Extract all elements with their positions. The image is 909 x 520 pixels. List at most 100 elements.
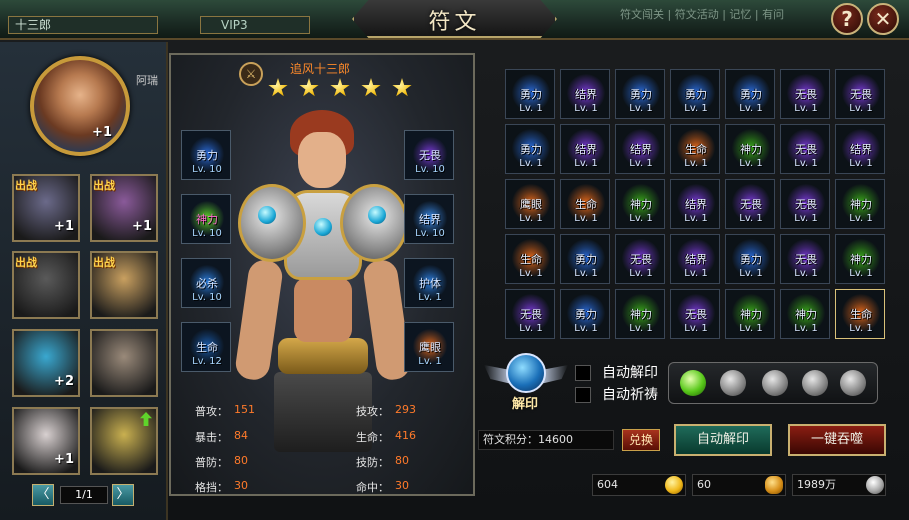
rune-slot[interactable]: 勇力 Lv. 1 <box>505 69 555 119</box>
rune-slot[interactable]: 结界 Lv. 1 <box>560 69 610 119</box>
star-icon <box>299 78 319 97</box>
rune-level: Lv. 1 <box>739 158 763 169</box>
rune-level: Lv. 1 <box>794 103 818 114</box>
hero-torso <box>294 278 352 342</box>
stat-value: 151 <box>234 403 255 416</box>
close-button[interactable]: ✕ <box>867 3 899 35</box>
hero-card[interactable]: +1 <box>12 407 80 475</box>
prev-page-button[interactable]: 〈 <box>32 484 54 506</box>
rune-slot[interactable]: 神力 Lv. 1 <box>725 289 775 339</box>
rune-slot[interactable]: 勇力 Lv. 1 <box>615 69 665 119</box>
deploy-tag: 出战 <box>93 256 115 269</box>
rune-name: 生命 <box>196 341 218 354</box>
rune-name: 神力 <box>795 308 817 321</box>
rune-slot[interactable]: 神力 Lv. 1 <box>615 289 665 339</box>
rune-slot[interactable]: 生命 Lv. 1 <box>560 179 610 229</box>
rune-slot[interactable]: 无畏 Lv. 1 <box>615 234 665 284</box>
rune-points: 符文积分：14600 <box>478 430 614 450</box>
rune-slot[interactable]: 结界 Lv. 1 <box>670 234 720 284</box>
rune-slot[interactable]: 勇力 Lv. 1 <box>725 234 775 284</box>
rune-slot[interactable]: 生命 Lv. 1 <box>835 289 885 339</box>
rune-slot[interactable]: 无畏 Lv. 1 <box>780 124 830 174</box>
rune-slot[interactable]: 结界 Lv. 1 <box>835 124 885 174</box>
hero-card[interactable]: 出战 +1 <box>12 174 80 242</box>
equipped-rune-slot[interactable]: 护体 Lv. 1 <box>404 258 454 308</box>
rune-slot[interactable]: 勇力 Lv. 1 <box>560 234 610 284</box>
auto-unseal-button[interactable]: 自动解印 <box>674 424 772 456</box>
auto-pray-checkbox[interactable] <box>575 387 591 403</box>
hero-card[interactable]: 出战 <box>90 251 158 319</box>
unseal-label: 解印 <box>511 397 538 412</box>
rune-level: Lv. 1 <box>629 103 653 114</box>
stat-value: 80 <box>395 454 409 467</box>
stat-label: 技攻： <box>356 405 389 418</box>
rune-slot[interactable]: 结界 Lv. 1 <box>615 124 665 174</box>
rune-name: 勇力 <box>630 88 652 101</box>
rune-level: Lv. 1 <box>739 103 763 114</box>
stat-label: 生命： <box>356 431 389 444</box>
devour-all-button[interactable]: 一键吞噬 <box>788 424 886 456</box>
hero-pager: 〈 1/1 〉 <box>32 484 136 506</box>
rune-level: Lv. 1 <box>629 268 653 279</box>
rune-name: 结界 <box>685 253 707 266</box>
hero-card[interactable] <box>90 329 158 397</box>
equipped-rune-slot[interactable]: 神力 Lv. 10 <box>181 194 231 244</box>
rune-slot[interactable]: 勇力 Lv. 1 <box>505 124 555 174</box>
next-page-button[interactable]: 〉 <box>112 484 134 506</box>
exchange-button[interactable]: 兑换 <box>622 429 660 451</box>
prayer-orb-icon <box>762 370 788 396</box>
rune-slot[interactable]: 结界 Lv. 1 <box>670 179 720 229</box>
rune-slot[interactable]: 勇力 Lv. 1 <box>560 289 610 339</box>
equipped-rune-slot[interactable]: 生命 Lv. 12 <box>181 322 231 372</box>
auto-pray-label: 自动祈祷 <box>602 387 658 403</box>
rune-slot[interactable]: 无畏 Lv. 1 <box>505 289 555 339</box>
rune-name: 勇力 <box>740 88 762 101</box>
unseal-button[interactable]: 解印 <box>484 353 568 415</box>
main-hero-avatar[interactable]: +1 <box>30 56 130 156</box>
equipped-rune-slot[interactable]: 鹰眼 Lv. 1 <box>404 322 454 372</box>
rune-slot[interactable]: 无畏 Lv. 1 <box>780 179 830 229</box>
main-hero-name: 阿瑞 <box>136 74 158 87</box>
rune-slot[interactable]: 神力 Lv. 1 <box>615 179 665 229</box>
prayer-orb-icon <box>840 370 866 396</box>
rune-slot[interactable]: 神力 Lv. 1 <box>835 179 885 229</box>
rune-slot[interactable]: 鹰眼 Lv. 1 <box>505 179 555 229</box>
rune-name: 无畏 <box>795 88 817 101</box>
rune-name: 结界 <box>575 88 597 101</box>
rune-slot[interactable]: 神力 Lv. 1 <box>835 234 885 284</box>
hero-card[interactable]: +2 <box>12 329 80 397</box>
page-indicator: 1/1 <box>60 486 108 504</box>
star-icon <box>268 78 288 97</box>
equipped-rune-slot[interactable]: 无畏 Lv. 10 <box>404 130 454 180</box>
auto-unseal-checkbox[interactable] <box>575 365 591 381</box>
rune-name: 结界 <box>850 143 872 156</box>
hero-card[interactable] <box>90 407 158 475</box>
equipped-rune-slot[interactable]: 勇力 Lv. 10 <box>181 130 231 180</box>
main-hero-plus: +1 <box>92 125 112 140</box>
rune-slot[interactable]: 无畏 Lv. 1 <box>780 69 830 119</box>
equipped-rune-slot[interactable]: 结界 Lv. 10 <box>404 194 454 244</box>
rune-name: 勇力 <box>575 308 597 321</box>
rune-name: 无畏 <box>795 198 817 211</box>
rune-slot[interactable]: 无畏 Lv. 1 <box>670 289 720 339</box>
rune-slot[interactable]: 结界 Lv. 1 <box>560 124 610 174</box>
equipped-rune-slot[interactable]: 必杀 Lv. 10 <box>181 258 231 308</box>
rune-level: Lv. 1 <box>849 268 873 279</box>
rune-name: 必杀 <box>196 277 218 290</box>
rune-slot[interactable]: 无畏 Lv. 1 <box>780 234 830 284</box>
rune-slot[interactable]: 生命 Lv. 1 <box>670 124 720 174</box>
rune-slot[interactable]: 无畏 Lv. 1 <box>725 179 775 229</box>
rune-slot[interactable]: 无畏 Lv. 1 <box>835 69 885 119</box>
rune-slot[interactable]: 神力 Lv. 1 <box>780 289 830 339</box>
help-button[interactable]: ? <box>831 3 863 35</box>
rune-slot[interactable]: 生命 Lv. 1 <box>505 234 555 284</box>
stat-label: 普防： <box>195 456 228 469</box>
rune-slot[interactable]: 神力 Lv. 1 <box>725 124 775 174</box>
rune-level: Lv. 10 <box>415 164 445 175</box>
rune-name: 鹰眼 <box>520 198 542 211</box>
hero-card[interactable]: 出战 +1 <box>90 174 158 242</box>
deploy-tag: 出战 <box>15 179 37 192</box>
hero-card[interactable]: 出战 <box>12 251 80 319</box>
rune-slot[interactable]: 勇力 Lv. 1 <box>725 69 775 119</box>
rune-slot[interactable]: 勇力 Lv. 1 <box>670 69 720 119</box>
